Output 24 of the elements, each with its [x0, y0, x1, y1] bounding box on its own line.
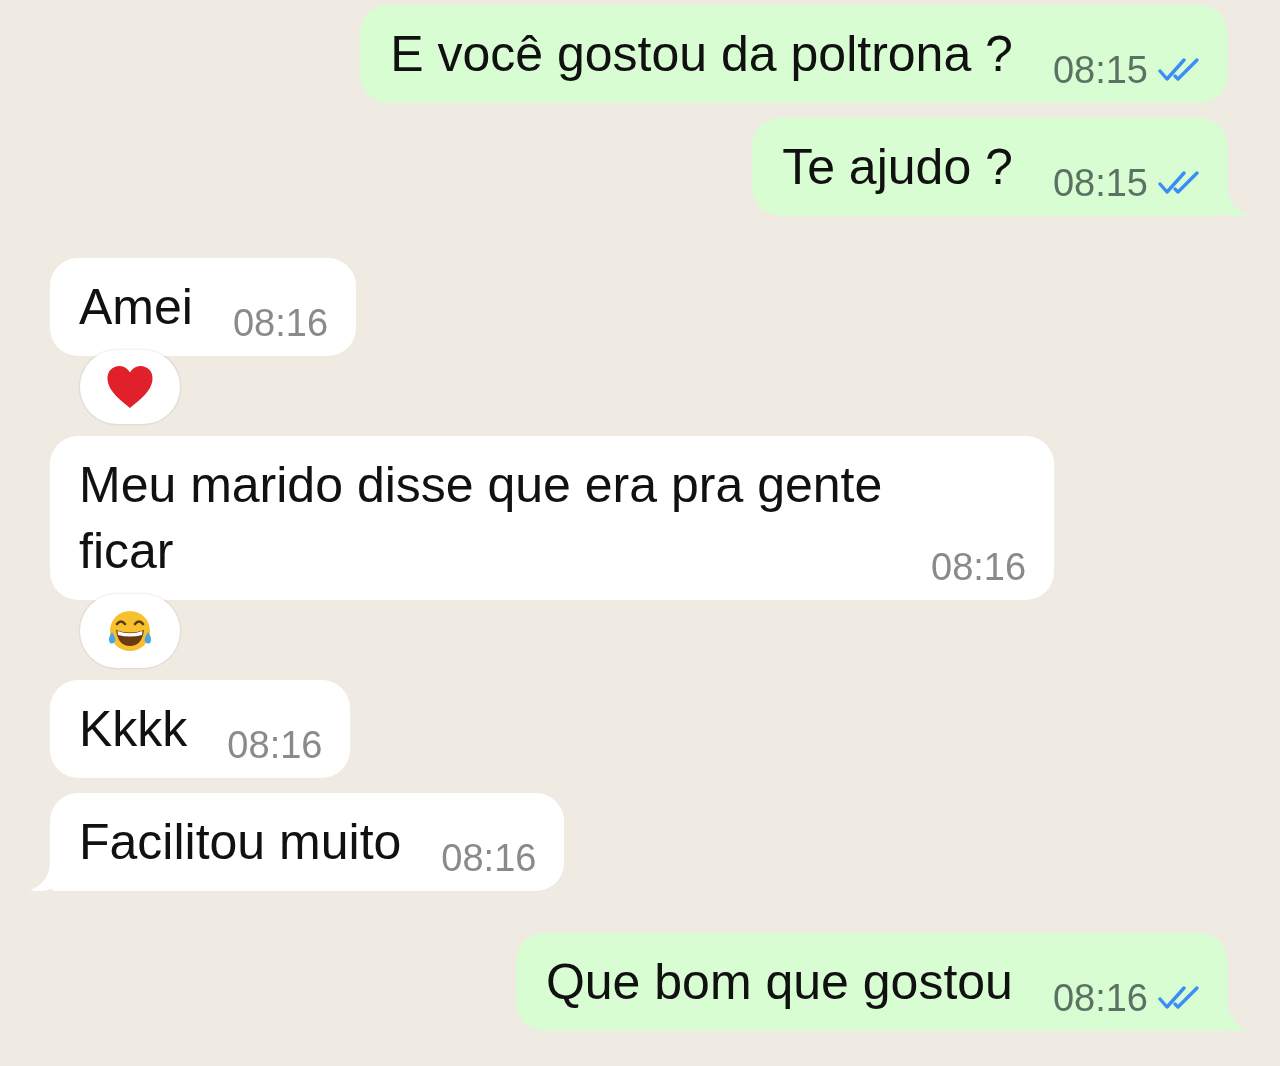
sent-message-bubble[interactable]: E você gostou da poltrona ? 08:15 — [360, 5, 1228, 103]
received-message-bubble[interactable]: Facilitou muito 08:16 — [50, 793, 565, 891]
bubble-tail — [30, 861, 52, 891]
message-time: 08:16 — [441, 841, 537, 875]
message-time: 08:16 — [232, 306, 328, 340]
message-text: Kkkk — [79, 700, 188, 759]
message-text: Te ajudo ? — [782, 138, 1013, 197]
message-time: 08:16 — [1052, 981, 1148, 1015]
message-time: 08:16 — [227, 728, 323, 762]
received-message-bubble[interactable]: Amei 08:16 — [50, 258, 356, 356]
reaction-pill[interactable] — [80, 594, 180, 668]
sent-message-bubble[interactable]: Que bom que gostou 08:16 — [515, 933, 1228, 1031]
message-time: 08:15 — [1052, 166, 1148, 200]
message-text: E você gostou da poltrona ? — [390, 25, 1013, 84]
message-text: Meu marido disse que era pra gente ficar — [79, 456, 884, 581]
message-text: Facilitou muito — [79, 813, 402, 872]
received-message-bubble[interactable]: Meu marido disse que era pra gente ficar 08:16 — [50, 436, 1055, 600]
received-message-bubble[interactable]: Kkkk 08:16 — [50, 680, 351, 778]
sent-message-bubble[interactable]: Te ajudo ? 08:15 — [752, 118, 1228, 216]
message-text: Amei — [79, 278, 193, 337]
message-time: 08:15 — [1052, 53, 1148, 87]
message-time: 08:16 — [931, 550, 1027, 584]
message-text: Que bom que gostou — [545, 953, 1013, 1012]
reaction-pill[interactable] — [80, 350, 180, 424]
